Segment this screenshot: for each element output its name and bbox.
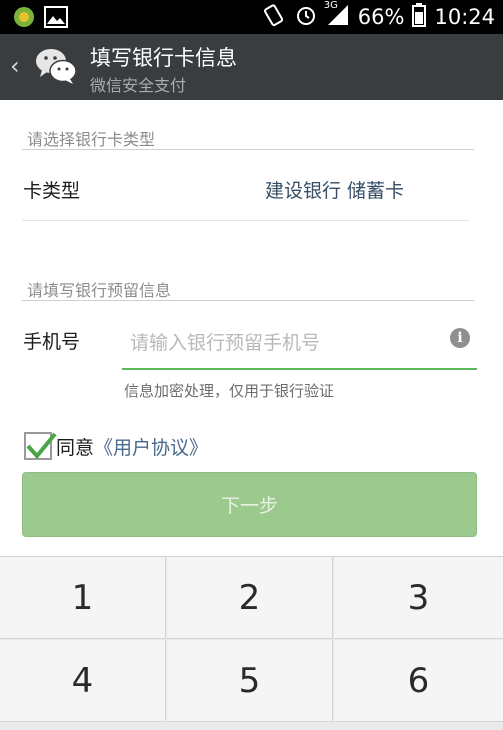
agreement-row: 同意 《用户协议》 (24, 430, 208, 462)
key-1[interactable]: 1 (0, 557, 166, 639)
rotation-icon (262, 3, 286, 32)
key-4[interactable]: 4 (0, 640, 166, 722)
key-2[interactable]: 2 (167, 557, 333, 639)
checkmark-icon (26, 432, 57, 460)
divider (22, 149, 474, 150)
3g-signal-icon: 3G (324, 0, 350, 31)
phone-section-hint: 请填写银行预留信息 (27, 281, 172, 300)
card-type-label: 卡类型 (23, 180, 81, 202)
encryption-note: 信息加密处理，仅用于银行验证 (124, 382, 335, 400)
card-type-value[interactable]: 建设银行 储蓄卡 (265, 176, 404, 203)
phone-label: 手机号 (23, 331, 81, 353)
status-bar: 3G 66% 10:24 (0, 0, 503, 34)
back-chevron-icon[interactable]: ‹ (10, 52, 20, 80)
app-icon (12, 5, 36, 33)
numeric-keypad: 1 2 3 4 5 6 (0, 556, 503, 730)
wechat-logo-icon (34, 46, 78, 86)
page-subtitle: 微信安全支付 (90, 76, 187, 95)
key-3[interactable]: 3 (334, 557, 503, 639)
card-section-hint: 请选择银行卡类型 (27, 130, 156, 149)
clock: 10:24 (434, 5, 495, 29)
battery-icon (412, 2, 427, 32)
action-bar: ‹ 填写银行卡信息 微信安全支付 (0, 34, 503, 100)
battery-percent: 66% (357, 5, 405, 29)
phone-input[interactable] (122, 318, 477, 370)
divider (22, 300, 474, 301)
page-title: 填写银行卡信息 (90, 46, 237, 70)
image-icon (44, 6, 68, 32)
info-icon[interactable]: i (450, 328, 470, 348)
key-5[interactable]: 5 (167, 640, 333, 722)
key-6[interactable]: 6 (334, 640, 503, 722)
user-agreement-link[interactable]: 《用户协议》 (94, 433, 208, 460)
alarm-icon (294, 3, 318, 32)
agree-text: 同意 (56, 436, 95, 459)
next-step-button[interactable]: 下一步 (22, 472, 477, 537)
divider (22, 220, 469, 221)
agree-checkbox[interactable] (24, 432, 57, 460)
